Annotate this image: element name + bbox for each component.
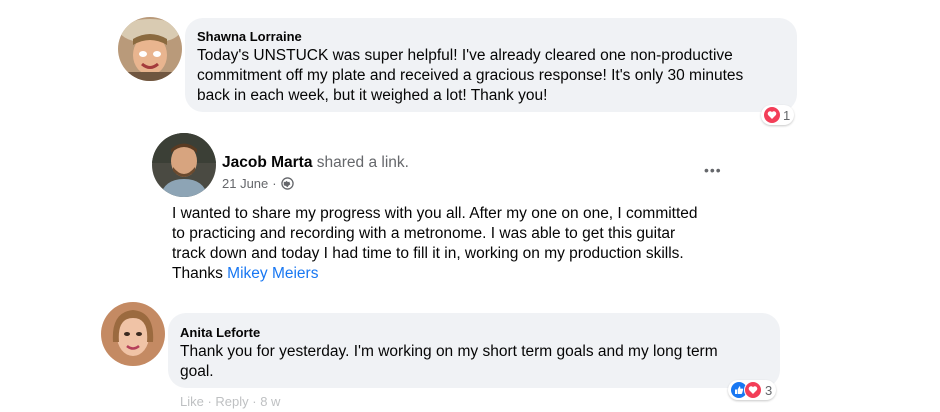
reaction-summary[interactable]: 3 [728,380,777,400]
comment-text-line: back in each week, but it weighed a lot!… [197,87,548,104]
thanks-text: Thanks [172,265,223,282]
post-meta: 21 June · [222,176,294,191]
love-icon [744,381,762,399]
love-icon [764,107,780,123]
comment-author[interactable]: Anita Leforte [180,325,260,340]
post-text-line: track down and today I had time to fill … [172,245,684,262]
comment-author[interactable]: Shawna Lorraine [197,29,302,44]
post-date[interactable]: 21 June [222,176,268,191]
reaction-count: 3 [765,382,773,398]
comment-text-line: goal. [180,363,214,380]
post-text-line: to practicing and recording with a metro… [172,225,676,242]
more-options-icon[interactable]: ••• [704,162,722,178]
comment-text-line: Today's UNSTUCK was super helpful! I've … [197,47,733,64]
comment-text-line: commitment off my plate and received a g… [197,67,744,84]
avatar[interactable] [118,17,182,81]
mention-link[interactable]: Mikey Meiers [227,265,318,282]
post-text-line-thanks: Thanks Mikey Meiers [172,264,318,284]
post-author[interactable]: Jacob Marta [222,154,312,171]
globe-icon [280,177,294,190]
reaction-count: 1 [783,107,791,123]
reaction-summary[interactable]: 1 [761,105,795,125]
comment-actions[interactable]: Like · Reply · 8 w [180,394,280,409]
meta-separator: · [272,176,277,191]
comment-text-line: Thank you for yesterday. I'm working on … [180,343,718,360]
post-action: shared a link. [316,154,409,171]
post-text-line: I wanted to share my progress with you a… [172,205,698,222]
avatar[interactable] [152,133,216,197]
post-header: Jacob Marta shared a link. [222,154,409,172]
avatar[interactable] [101,302,165,366]
